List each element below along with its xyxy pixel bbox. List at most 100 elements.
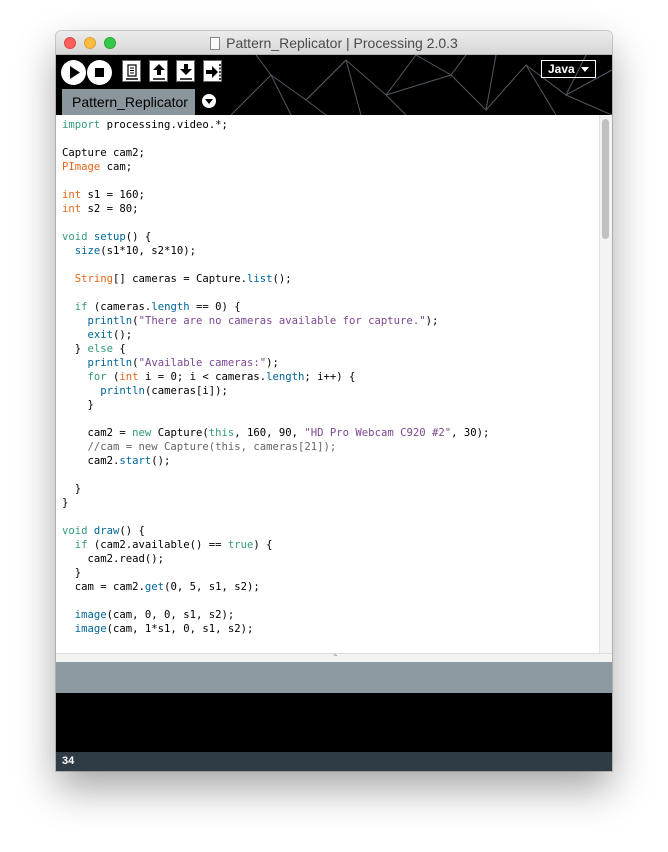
code-token: for — [87, 371, 107, 383]
code-line[interactable]: int s2 = 80; — [62, 202, 489, 216]
code-token: Capture( — [151, 427, 209, 439]
code-token: length — [151, 301, 190, 313]
code-editor[interactable]: import processing.video.*; Capture cam2; P… — [56, 115, 612, 653]
code-token: println — [87, 315, 133, 327]
code-token: get — [144, 581, 165, 593]
code-line[interactable]: image(cam, 0, 0, s1, s2); — [62, 608, 489, 622]
code-token: int — [119, 371, 139, 383]
export-arrow-right-icon — [206, 64, 221, 80]
splitter-handle-icon[interactable]: ⌃ — [332, 654, 339, 662]
code-line[interactable]: } — [62, 482, 489, 496]
code-line[interactable]: Capture cam2; — [62, 146, 489, 160]
window-title-text: Pattern_Replicator | Processing 2.0.3 — [226, 35, 458, 51]
code-line[interactable]: cam2 = new Capture(this, 160, 90, "HD Pr… — [62, 426, 490, 440]
code-token: list — [246, 273, 273, 285]
open-button[interactable] — [149, 60, 168, 82]
code-line[interactable] — [62, 412, 489, 426]
code-token: cam2.read(); — [62, 553, 165, 565]
code-line[interactable] — [62, 594, 489, 608]
code-token: if — [74, 301, 88, 313]
code-line[interactable]: } — [62, 496, 489, 510]
code-line[interactable] — [62, 174, 489, 188]
code-token: Capture cam2; — [62, 147, 145, 159]
code-line[interactable]: println(cameras[i]); — [62, 384, 489, 398]
open-arrow-up-icon — [153, 64, 165, 80]
new-button[interactable] — [122, 60, 141, 82]
code-line[interactable]: import processing.video.*; — [62, 118, 489, 132]
save-button[interactable] — [176, 60, 195, 82]
code-token: (0, 5, s1, s2); — [164, 581, 260, 593]
run-button[interactable] — [61, 60, 86, 85]
code-token: cam2 = — [62, 427, 133, 439]
document-icon — [210, 37, 221, 50]
code-token: s2 = 80; — [81, 203, 139, 215]
code-line[interactable]: void draw() { — [62, 524, 489, 538]
code-token: (cam, 0, 0, s1, s2); — [106, 609, 235, 621]
export-button[interactable] — [203, 60, 222, 82]
code-line[interactable]: size(s1*10, s2*10); — [62, 244, 489, 258]
code-token: ) { — [253, 539, 273, 551]
code-token: () { — [119, 525, 145, 537]
code-token: this — [208, 427, 235, 439]
stop-icon — [95, 68, 104, 77]
code-line[interactable]: int s1 = 160; — [62, 188, 489, 202]
tab-menu-button[interactable] — [202, 94, 216, 108]
code-text[interactable]: import processing.video.*; Capture cam2; P… — [62, 118, 489, 636]
code-token: } — [62, 483, 82, 495]
code-line[interactable] — [62, 216, 489, 230]
code-token: , 160, 90, — [234, 427, 305, 439]
title-bar[interactable]: Pattern_Replicator | Processing 2.0.3 — [56, 31, 612, 55]
code-token: println — [87, 357, 133, 369]
console-area[interactable] — [56, 693, 612, 752]
code-line[interactable]: for (int i = 0; i < cameras.length; i++)… — [62, 370, 489, 384]
code-line[interactable]: PImage cam; — [62, 160, 489, 174]
code-token: ; i++) { — [304, 371, 356, 383]
code-line[interactable]: if (cam2.available() == true) { — [62, 538, 489, 552]
code-line[interactable]: if (cameras.length == 0) { — [62, 300, 489, 314]
code-line[interactable]: cam2.start(); — [62, 454, 489, 468]
code-token: "HD Pro Webcam C920 #2" — [304, 427, 452, 439]
code-line[interactable]: //cam = new Capture(this, cameras[21]); — [62, 440, 489, 454]
code-line[interactable]: void setup() { — [62, 230, 489, 244]
code-line[interactable] — [62, 468, 489, 482]
stop-button[interactable] — [87, 60, 112, 85]
code-token: (cameras. — [87, 301, 152, 313]
code-line[interactable]: cam = cam2.get(0, 5, s1, s2); — [62, 580, 489, 594]
code-line[interactable]: String[] cameras = Capture.list(); — [62, 272, 489, 286]
code-token: , 30); — [451, 427, 490, 439]
scrollbar-thumb[interactable] — [602, 119, 609, 239]
code-token: { — [113, 343, 126, 355]
line-number: 34 — [62, 755, 75, 767]
code-line[interactable] — [62, 132, 489, 146]
code-token: (); — [113, 329, 133, 341]
code-line[interactable]: println("There are no cameras available … — [62, 314, 489, 328]
code-token: true — [227, 539, 254, 551]
code-token: println — [100, 385, 145, 397]
code-line[interactable] — [62, 510, 489, 524]
code-token: cam2. — [62, 455, 120, 467]
code-line[interactable]: cam2.read(); — [62, 552, 489, 566]
code-line[interactable] — [62, 258, 489, 272]
code-line[interactable]: println("Available cameras:"); — [62, 356, 489, 370]
code-token: [] cameras = Capture. — [113, 273, 247, 285]
window-title: Pattern_Replicator | Processing 2.0.3 — [56, 35, 612, 51]
code-line[interactable]: image(cam, 1*s1, 0, s1, s2); — [62, 622, 489, 636]
code-token: } — [62, 497, 69, 509]
code-line[interactable]: } — [62, 566, 489, 580]
code-token: } — [62, 343, 88, 355]
code-line[interactable] — [62, 286, 489, 300]
code-line[interactable]: } else { — [62, 342, 489, 356]
code-line[interactable]: } — [62, 398, 489, 412]
tab-pattern-replicator[interactable]: Pattern_Replicator — [62, 89, 195, 115]
code-token: PImage — [62, 161, 101, 173]
code-line[interactable]: exit(); — [62, 328, 489, 342]
code-token: s1 = 160; — [81, 189, 145, 201]
mode-selector[interactable]: Java — [541, 60, 596, 78]
code-token: size — [74, 245, 101, 257]
